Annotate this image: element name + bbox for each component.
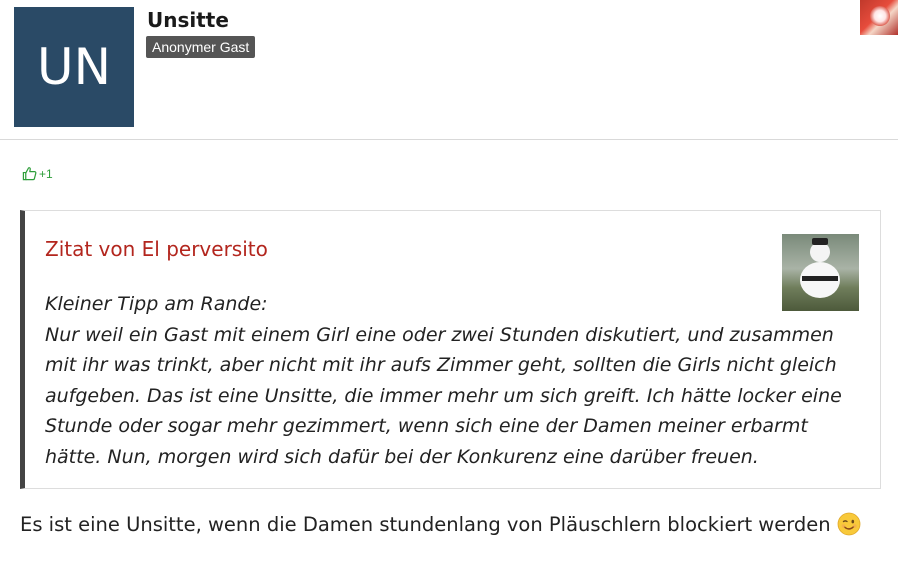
wink-emoji-icon xyxy=(837,512,861,536)
quote-line: Nur weil ein Gast mit einem Girl eine od… xyxy=(45,323,842,468)
role-badge: Anonymer Gast xyxy=(146,36,256,58)
snowman-head xyxy=(810,242,830,262)
snowman-hat xyxy=(812,238,828,245)
quote-line: Kleiner Tipp am Rande: xyxy=(45,293,268,315)
reply-body: Es ist eine Unsitte, wenn die Damen stun… xyxy=(20,512,831,536)
quote-author[interactable]: Zitat von El perversito xyxy=(45,237,268,261)
like-button[interactable]: +1 xyxy=(22,166,53,181)
forum-post: UN Unsitte Anonymer Gast +1 Zitat von El… xyxy=(0,0,898,564)
flower-image xyxy=(870,6,890,26)
avatar[interactable]: UN xyxy=(14,7,134,127)
avatar-initials: UN xyxy=(37,38,111,96)
post-header: UN Unsitte Anonymer Gast xyxy=(0,0,898,140)
thumbs-up-icon xyxy=(22,167,37,181)
username[interactable]: Unsitte xyxy=(147,8,229,32)
quote-block: Zitat von El perversito Kleiner Tipp am … xyxy=(20,210,881,489)
snowman-belt xyxy=(802,276,838,281)
like-count: +1 xyxy=(39,166,53,181)
user-thumbnail[interactable] xyxy=(860,0,898,35)
reply-text: Es ist eine Unsitte, wenn die Damen stun… xyxy=(20,512,861,536)
quote-text: Kleiner Tipp am Rande: Nur weil ein Gast… xyxy=(45,289,855,472)
